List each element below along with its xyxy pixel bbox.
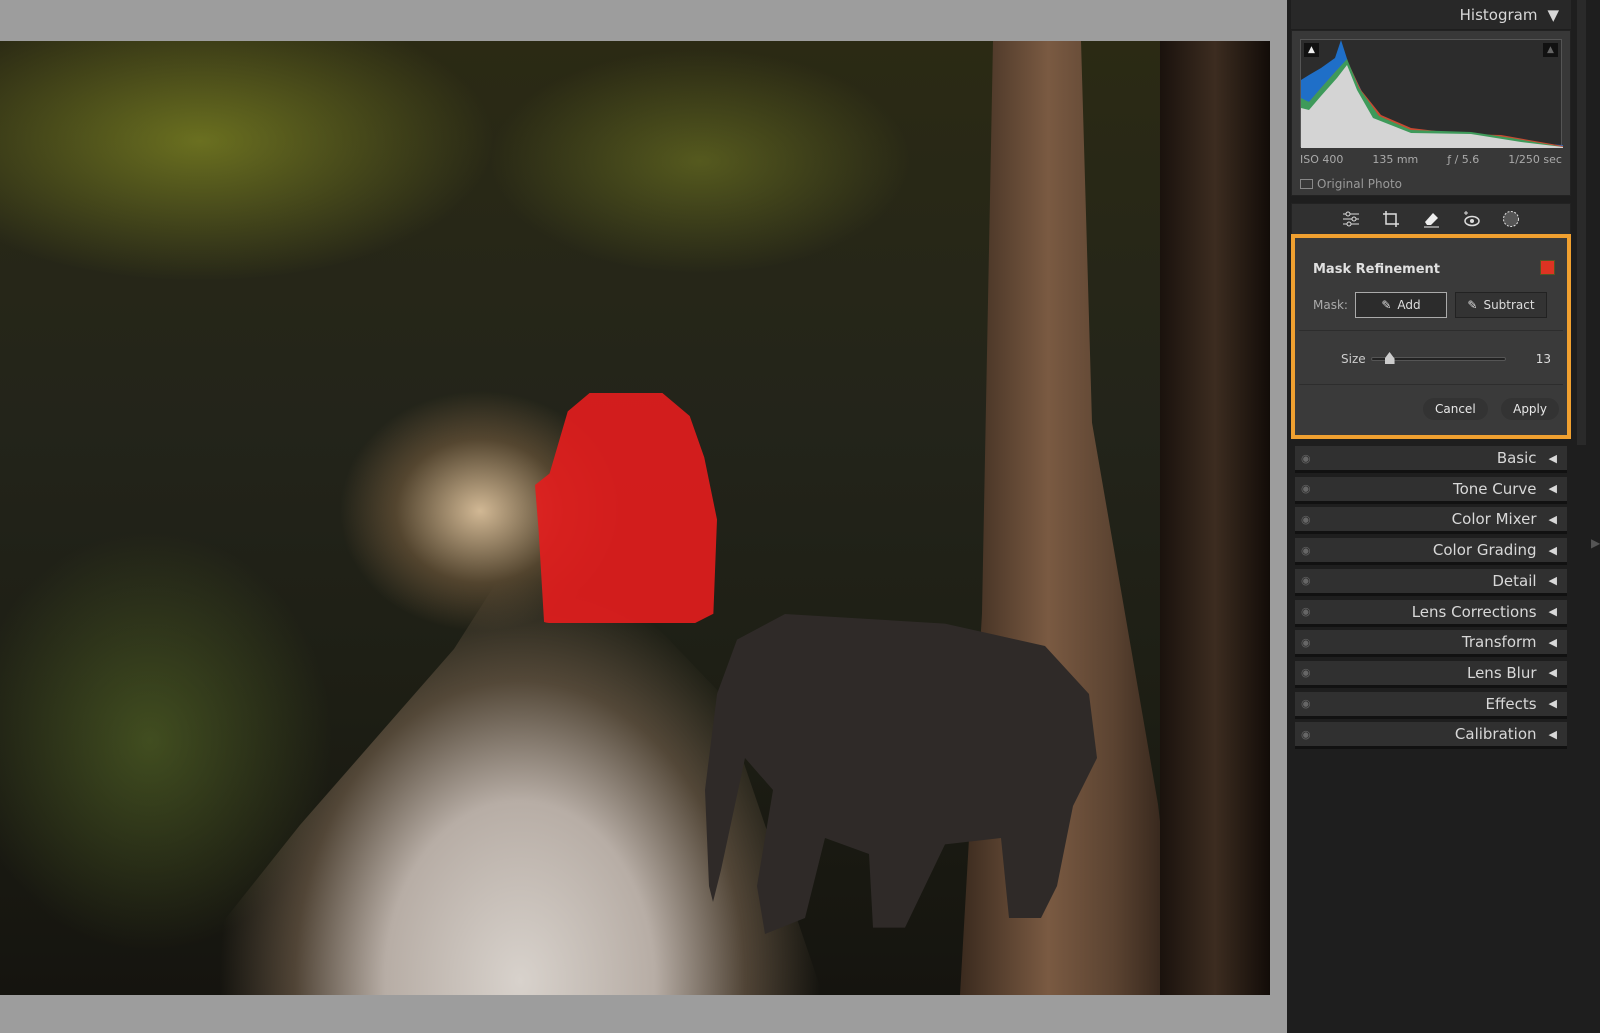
histogram-graph: ▲ ▲: [1300, 39, 1563, 148]
image-canvas[interactable]: [0, 0, 1287, 1033]
photo-elephant: [705, 614, 1097, 934]
mask-refinement-panel: Mask Refinement Mask: ✎ Add ✎ Subtract S…: [1291, 234, 1571, 439]
panel-label: Calibration: [1454, 725, 1537, 744]
add-label: Add: [1397, 298, 1421, 312]
expand-triangle-icon[interactable]: ◀: [1549, 513, 1557, 526]
apply-button[interactable]: Apply: [1501, 398, 1559, 420]
shadow-clipping-icon[interactable]: ▲: [1304, 43, 1319, 57]
collapse-panel-icon[interactable]: ▶: [1591, 536, 1600, 550]
subtract-label: Subtract: [1483, 298, 1535, 312]
expand-triangle-icon[interactable]: ◀: [1549, 452, 1557, 465]
iso: ISO 400: [1300, 153, 1344, 166]
exif-info: ISO 400 135 mm ƒ / 5.6 1/250 sec: [1300, 153, 1562, 166]
overlay-color-swatch[interactable]: [1540, 260, 1555, 275]
panel-color-mixer[interactable]: ◉ Color Mixer ◀: [1295, 507, 1567, 535]
tool-strip: [1291, 203, 1571, 235]
panel-lens-blur[interactable]: ◉ Lens Blur ◀: [1295, 660, 1567, 688]
mask-label: Mask:: [1313, 298, 1348, 312]
panel-label: Tone Curve: [1452, 479, 1537, 498]
original-photo-label: Original Photo: [1317, 177, 1403, 191]
collapse-triangle-icon[interactable]: ▼: [1547, 6, 1559, 24]
panel-lens-corrections[interactable]: ◉ Lens Corrections ◀: [1295, 599, 1567, 627]
aperture: ƒ / 5.6: [1447, 153, 1480, 166]
photo-tree: [1160, 41, 1270, 995]
photo-path: [160, 561, 825, 995]
panel-label: Basic: [1496, 449, 1537, 467]
panel-label: Effects: [1485, 694, 1537, 713]
histogram-title: Histogram: [1459, 5, 1538, 24]
divider: [1299, 384, 1563, 385]
shutter-speed: 1/250 sec: [1508, 153, 1562, 166]
expand-triangle-icon[interactable]: ◀: [1549, 666, 1557, 679]
panel-label: Detail: [1492, 571, 1537, 590]
expand-triangle-icon[interactable]: ◀: [1549, 636, 1557, 649]
photo-tree: [960, 41, 1180, 995]
panel-tone-curve[interactable]: ◉ Tone Curve ◀: [1295, 476, 1567, 504]
divider: [1299, 330, 1563, 331]
cancel-button[interactable]: Cancel: [1423, 398, 1488, 420]
healing-eraser-icon[interactable]: [1422, 210, 1440, 228]
brush-subtract-icon: ✎: [1467, 298, 1478, 312]
eye-icon[interactable]: ◉: [1301, 697, 1311, 710]
panel-color-grading[interactable]: ◉ Color Grading ◀: [1295, 538, 1567, 566]
panel-calibration[interactable]: ◉ Calibration ◀: [1295, 722, 1567, 750]
panel-scrollbar[interactable]: [1577, 0, 1586, 445]
expand-triangle-icon[interactable]: ◀: [1549, 728, 1557, 741]
eye-icon[interactable]: ◉: [1301, 574, 1311, 587]
focal-length: 135 mm: [1372, 153, 1419, 166]
expand-triangle-icon[interactable]: ◀: [1549, 482, 1557, 495]
crop-icon[interactable]: [1382, 210, 1400, 228]
panel-label: Color Grading: [1432, 541, 1537, 560]
eye-icon[interactable]: ◉: [1301, 636, 1311, 649]
edit-sliders-icon[interactable]: [1342, 210, 1360, 228]
eye-icon[interactable]: ◉: [1301, 728, 1311, 741]
expand-triangle-icon[interactable]: ◀: [1549, 605, 1557, 618]
checkbox-icon[interactable]: [1300, 179, 1313, 189]
panel-label: Transform: [1461, 633, 1537, 652]
eye-icon[interactable]: ◉: [1301, 666, 1311, 679]
histogram: ▲ ▲ ISO 400 135 mm ƒ / 5.6 1/250 sec Ori…: [1291, 30, 1571, 196]
expand-triangle-icon[interactable]: ◀: [1549, 544, 1557, 557]
expand-triangle-icon[interactable]: ◀: [1549, 697, 1557, 710]
panel-transform[interactable]: ◉ Transform ◀: [1295, 630, 1567, 658]
histogram-header[interactable]: Histogram ▼: [1291, 0, 1571, 29]
panel-label: Color Mixer: [1451, 510, 1537, 529]
expand-triangle-icon[interactable]: ◀: [1549, 574, 1557, 587]
brush-add-icon: ✎: [1381, 298, 1392, 312]
panel-basic[interactable]: ◉ Basic ◀: [1295, 446, 1567, 473]
eye-icon[interactable]: ◉: [1301, 482, 1311, 495]
eye-icon[interactable]: ◉: [1301, 544, 1311, 557]
mask-overlay: [535, 393, 717, 623]
add-mask-button[interactable]: ✎ Add: [1355, 292, 1447, 318]
panel-label: Lens Corrections: [1411, 602, 1537, 621]
photo[interactable]: [0, 41, 1270, 995]
subtract-mask-button[interactable]: ✎ Subtract: [1455, 292, 1547, 318]
panel-label: Lens Blur: [1466, 663, 1537, 682]
panel-detail[interactable]: ◉ Detail ◀: [1295, 568, 1567, 596]
panel-effects[interactable]: ◉ Effects ◀: [1295, 691, 1567, 719]
original-photo-checkbox[interactable]: Original Photo: [1300, 177, 1402, 191]
size-label: Size: [1341, 352, 1366, 366]
size-slider[interactable]: [1371, 352, 1506, 364]
size-value[interactable]: 13: [1536, 352, 1551, 366]
eye-icon[interactable]: ◉: [1301, 452, 1311, 465]
highlight-clipping-icon[interactable]: ▲: [1543, 43, 1558, 57]
red-eye-icon[interactable]: [1462, 210, 1480, 228]
masking-icon[interactable]: [1502, 210, 1520, 228]
eye-icon[interactable]: ◉: [1301, 605, 1311, 618]
mask-refinement-title: Mask Refinement: [1313, 262, 1440, 277]
size-slider-thumb[interactable]: [1384, 352, 1395, 364]
eye-icon[interactable]: ◉: [1301, 513, 1311, 526]
